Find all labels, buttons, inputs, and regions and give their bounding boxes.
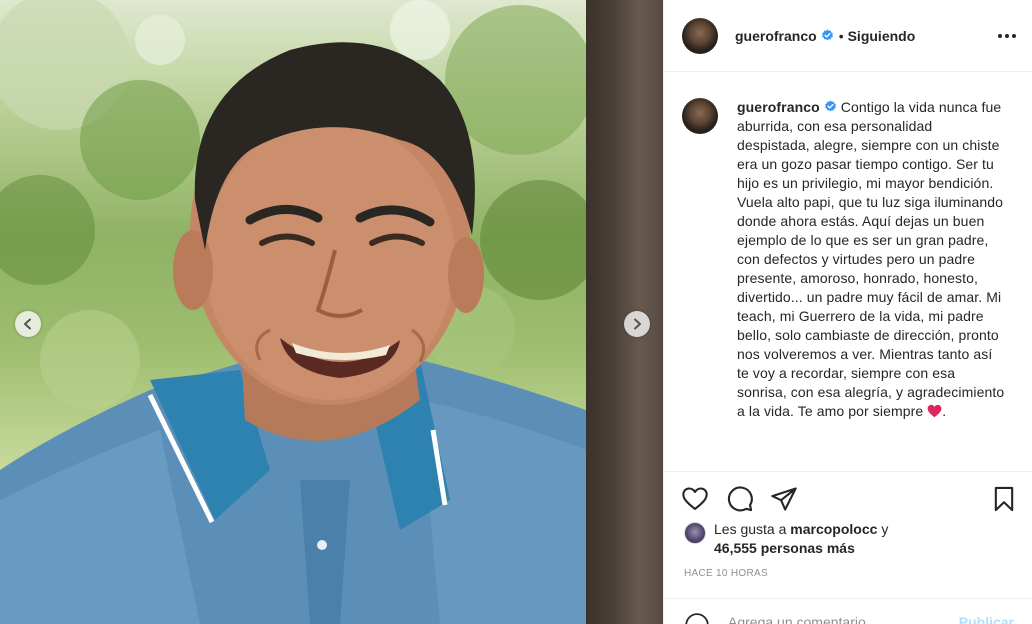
verified-badge-icon	[824, 100, 837, 113]
liker-username[interactable]: marcopolocc	[790, 521, 877, 537]
next-slide-button[interactable]	[624, 311, 650, 337]
comment-bar: Agrega un comentario... Publicar	[664, 598, 1032, 624]
post-header: guerofranco • Siguiendo	[664, 0, 1032, 72]
next-slide-peek	[586, 0, 663, 624]
post-photo	[0, 0, 586, 624]
verified-badge-icon	[821, 29, 834, 42]
publish-button[interactable]: Publicar	[959, 614, 1014, 624]
more-options-icon[interactable]	[998, 28, 1016, 44]
post-caption: guerofranco Contigo la vida nunca fue ab…	[737, 98, 1005, 471]
portrait-illustration	[0, 0, 586, 624]
caption-author-avatar[interactable]	[682, 98, 718, 134]
author-avatar[interactable]	[682, 17, 718, 54]
likes-count[interactable]: 46,555 personas más	[714, 540, 855, 556]
comment-bubble-icon[interactable]	[726, 485, 754, 513]
author-username[interactable]: guerofranco	[735, 28, 817, 44]
caption-end: .	[942, 403, 947, 419]
post-media	[0, 0, 663, 624]
post-side-panel: guerofranco • Siguiendo guerofranco Cont…	[663, 0, 1032, 624]
red-heart-emoji	[927, 404, 942, 418]
likes-text: Les gusta a marcopolocc y 46,555 persona…	[714, 520, 888, 558]
paper-plane-icon[interactable]	[770, 485, 798, 513]
likes-summary: Les gusta a marcopolocc y 46,555 persona…	[684, 520, 888, 558]
header-separator: •	[838, 27, 844, 44]
heart-icon[interactable]	[681, 485, 709, 513]
chevron-left-icon	[24, 318, 31, 330]
post-timestamp[interactable]: HACE 10 HORAS	[684, 568, 768, 579]
liker-avatar[interactable]	[684, 522, 706, 544]
likes-prefix: Les gusta a	[714, 521, 787, 537]
emoji-smiley-icon[interactable]	[684, 612, 710, 624]
caption-username[interactable]: guerofranco	[737, 99, 820, 115]
following-button[interactable]: Siguiendo	[848, 28, 916, 44]
caption-section: guerofranco Contigo la vida nunca fue ab…	[664, 72, 1032, 471]
caption-text: Contigo la vida nunca fue aburrida, con …	[737, 99, 1005, 419]
likes-conj: y	[881, 521, 889, 537]
comment-input[interactable]: Agrega un comentario...	[728, 614, 877, 624]
previous-slide-button[interactable]	[15, 311, 41, 337]
chevron-right-icon	[634, 318, 641, 330]
bookmark-icon[interactable]	[990, 485, 1018, 513]
